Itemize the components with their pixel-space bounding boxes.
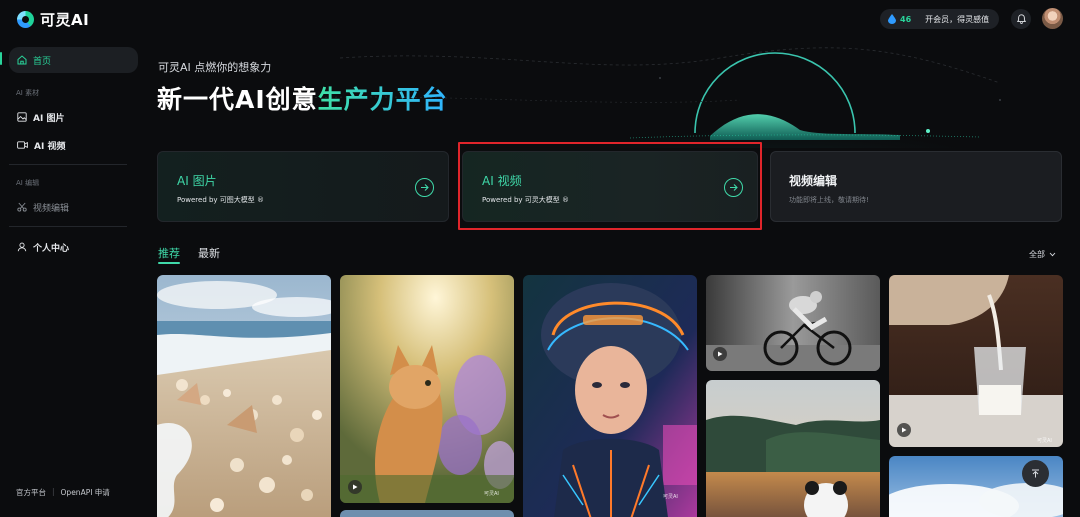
lake-panda-image xyxy=(706,380,880,517)
highlight-annotation xyxy=(458,142,762,230)
official-platform-link[interactable]: 官方平台 xyxy=(16,487,46,498)
top-bar: 可灵AI 46 开会员，得灵感值 xyxy=(0,0,1080,38)
active-indicator xyxy=(0,52,2,65)
footer-separator: | xyxy=(52,487,55,496)
cyclist-image xyxy=(706,275,880,371)
beach-shells-image xyxy=(157,275,331,517)
card-title: AI 图片 xyxy=(177,174,217,188)
scissors-icon xyxy=(17,202,27,212)
video-icon xyxy=(17,141,28,149)
sidebar-item-ai-video[interactable]: AI 视频 xyxy=(9,132,138,158)
sidebar: 首页 AI 素材 AI 图片 AI 视频 AI 编辑 视频编辑 个人中心 官方平… xyxy=(0,38,145,517)
gallery-tile-cyber-girl[interactable]: 可灵AI xyxy=(523,275,697,517)
play-icon xyxy=(718,351,723,357)
video-edit-card[interactable]: 视频编辑 功能即将上线，敬请期待! xyxy=(770,151,1062,222)
hero-title: 新一代AI创意生产力平台 xyxy=(157,80,448,116)
sidebar-divider xyxy=(9,226,127,227)
sidebar-item-ai-image[interactable]: AI 图片 xyxy=(9,104,138,130)
sidebar-item-label: 个人中心 xyxy=(33,243,70,254)
sidebar-item-label: AI 图片 xyxy=(33,113,65,124)
cyber-girl-image xyxy=(523,275,697,517)
sidebar-divider xyxy=(9,164,127,165)
back-to-top-button[interactable] xyxy=(1022,460,1049,487)
card-arrow-button[interactable] xyxy=(415,178,434,197)
avatar[interactable] xyxy=(1042,8,1063,29)
sidebar-footer: 官方平台 | OpenAPI 申请 xyxy=(16,487,110,498)
notification-button[interactable] xyxy=(1011,9,1031,29)
logo-icon xyxy=(17,11,34,28)
play-button[interactable] xyxy=(713,347,727,361)
gallery-tile-beach[interactable] xyxy=(157,275,331,517)
sidebar-item-label: 首页 xyxy=(33,56,52,67)
credit-count: 46 xyxy=(900,14,912,24)
tab-recommend[interactable]: 推荐 xyxy=(158,245,180,261)
watermark: 可灵AI xyxy=(484,491,499,497)
play-icon xyxy=(902,427,907,433)
openapi-link[interactable]: OpenAPI 申请 xyxy=(61,487,110,498)
drop-icon xyxy=(888,14,896,24)
play-icon xyxy=(353,484,358,490)
gallery-tile-cat[interactable]: 可灵AI xyxy=(340,275,514,503)
gallery-tile-milk[interactable]: 可灵AI xyxy=(889,275,1063,447)
sidebar-item-label: AI 视频 xyxy=(34,141,66,152)
home-icon xyxy=(17,55,27,65)
play-button[interactable] xyxy=(897,423,911,437)
cat-flowers-image xyxy=(340,275,514,503)
milk-pour-image xyxy=(889,275,1063,447)
image-icon xyxy=(17,112,27,122)
arrow-right-icon xyxy=(421,184,429,191)
hero-title-part1: 新一代AI创意 xyxy=(157,85,318,114)
card-description: Powered by 可图大模型 ® xyxy=(177,196,265,204)
watermark: 可灵AI xyxy=(663,494,678,500)
play-button[interactable] xyxy=(348,480,362,494)
ai-image-card[interactable]: AI 图片 Powered by 可图大模型 ® xyxy=(157,151,449,222)
card-title: 视频编辑 xyxy=(789,174,838,188)
logo[interactable]: 可灵AI xyxy=(17,9,89,30)
member-label: 开会员，得灵感值 xyxy=(925,14,990,24)
tab-latest[interactable]: 最新 xyxy=(198,245,220,261)
section-label-material: AI 素材 xyxy=(16,89,40,97)
sidebar-item-label: 视频编辑 xyxy=(33,203,70,214)
sidebar-item-home[interactable]: 首页 xyxy=(9,47,138,73)
hero-title-part2: 生产力平台 xyxy=(317,85,448,114)
filter-label: 全部 xyxy=(1029,250,1045,259)
member-credit-button[interactable]: 46 开会员，得灵感值 xyxy=(880,9,999,29)
sidebar-item-video-edit[interactable]: 视频编辑 xyxy=(9,194,138,220)
hero-subtitle: 可灵AI 点燃你的想象力 xyxy=(158,61,272,74)
section-label-edit: AI 编辑 xyxy=(16,179,40,187)
logo-text: 可灵AI xyxy=(40,11,90,29)
chevron-down-icon xyxy=(1049,252,1056,257)
gallery-tile-partial[interactable] xyxy=(340,510,514,517)
bell-icon xyxy=(1016,14,1026,24)
card-description: 功能即将上线，敬请期待! xyxy=(789,196,869,204)
watermark: 可灵AI xyxy=(1037,438,1052,444)
active-tab-underline xyxy=(158,262,180,264)
arrow-up-icon xyxy=(1032,469,1039,478)
gallery-tile-lake-panda[interactable] xyxy=(706,380,880,517)
user-icon xyxy=(17,242,27,252)
gallery-tile-cyclist[interactable] xyxy=(706,275,880,371)
category-filter[interactable]: 全部 xyxy=(1029,249,1056,260)
sidebar-item-personal[interactable]: 个人中心 xyxy=(9,234,138,260)
